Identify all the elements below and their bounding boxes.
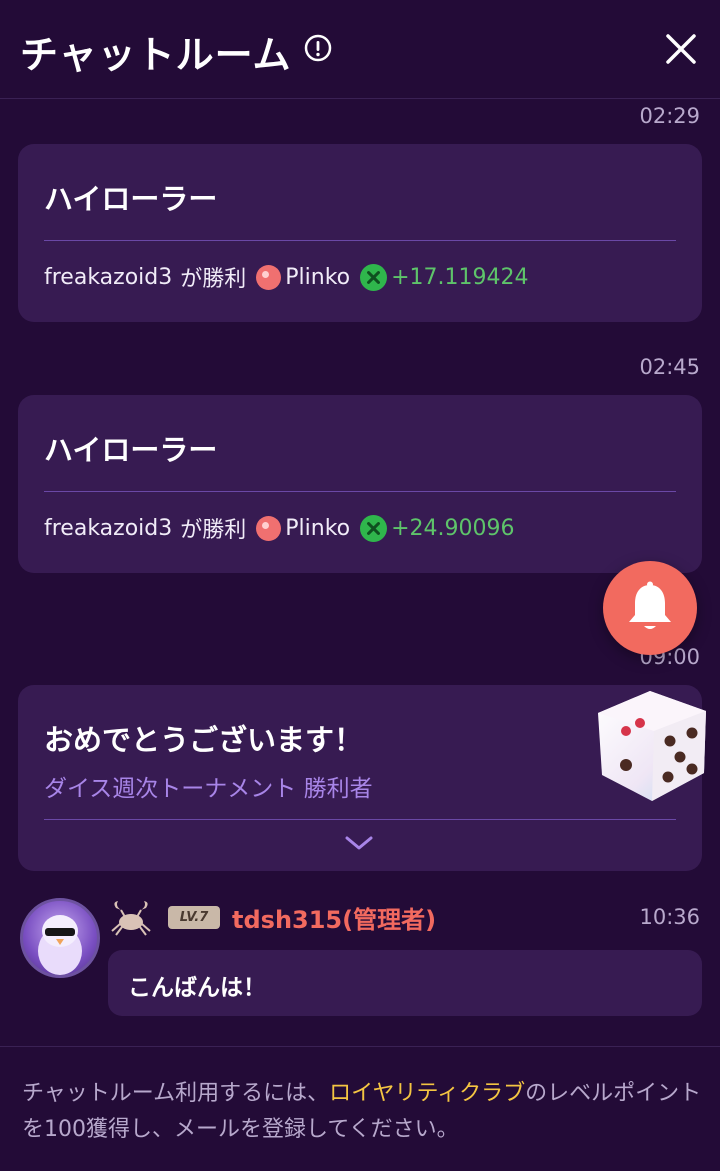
close-icon[interactable]	[662, 30, 700, 68]
username[interactable]: tdsh315(管理者)	[232, 900, 436, 935]
win-line: freakazoid3 が勝利 Plinko +17.119424	[44, 261, 529, 293]
message-bubble: こんばんは！	[108, 950, 702, 1016]
card-divider	[44, 819, 676, 820]
chevron-down-icon[interactable]	[344, 833, 374, 853]
high-roller-card: ハイローラー freakazoid3 が勝利 Plinko +24.90096	[18, 395, 702, 573]
info-icon[interactable]	[304, 34, 332, 62]
game-name[interactable]: Plinko	[285, 265, 350, 290]
message-text: こんばんは！	[128, 975, 266, 1001]
chat-restriction-notice: チャットルーム利用するには、ロイヤリティクラブのレベルポイントを100獲得し、メ…	[22, 1076, 712, 1148]
page-title: チャットルーム	[20, 33, 292, 77]
high-roller-card: ハイローラー freakazoid3 が勝利 Plinko +17.119424	[18, 144, 702, 322]
card-title: ハイローラー	[44, 182, 218, 216]
tournament-card: おめでとうございます！ ダイス週次トーナメント 勝利者	[18, 685, 706, 871]
plinko-icon	[256, 515, 282, 541]
footer-divider	[0, 1046, 720, 1047]
game-name[interactable]: Plinko	[285, 516, 350, 541]
message-time: 02:45	[639, 355, 700, 379]
card-title: ハイローラー	[44, 433, 218, 467]
coin-icon	[360, 514, 388, 542]
plinko-icon	[256, 264, 282, 290]
win-line: freakazoid3 が勝利 Plinko +24.90096	[44, 512, 515, 544]
avatar-bird-icon	[38, 915, 82, 975]
dice-icon	[598, 691, 706, 801]
player-name[interactable]: freakazoid3	[44, 516, 172, 541]
coin-icon	[360, 263, 388, 291]
notice-text-before: チャットルーム利用するには、	[22, 1081, 330, 1106]
loyalty-club-link[interactable]: ロイヤリティクラブ	[329, 1081, 525, 1106]
card-divider	[44, 240, 676, 241]
win-action: が勝利	[180, 518, 247, 543]
bell-icon	[629, 581, 671, 629]
win-action: が勝利	[180, 267, 247, 292]
win-amount: +17.119424	[391, 264, 529, 290]
crab-icon	[111, 901, 151, 936]
message-time: 10:36	[639, 905, 700, 929]
level-badge: LV.7	[168, 906, 220, 929]
tournament-subtitle: ダイス週次トーナメント 勝利者	[44, 776, 373, 802]
avatar[interactable]	[20, 898, 100, 978]
message-time: 02:29	[639, 104, 700, 128]
player-name[interactable]: freakazoid3	[44, 265, 172, 290]
win-amount: +24.90096	[391, 515, 515, 541]
card-title: おめでとうございます！	[44, 723, 364, 757]
notification-bell-button[interactable]	[603, 561, 697, 655]
chat-header: チャットルーム	[0, 0, 720, 99]
card-divider	[44, 491, 676, 492]
